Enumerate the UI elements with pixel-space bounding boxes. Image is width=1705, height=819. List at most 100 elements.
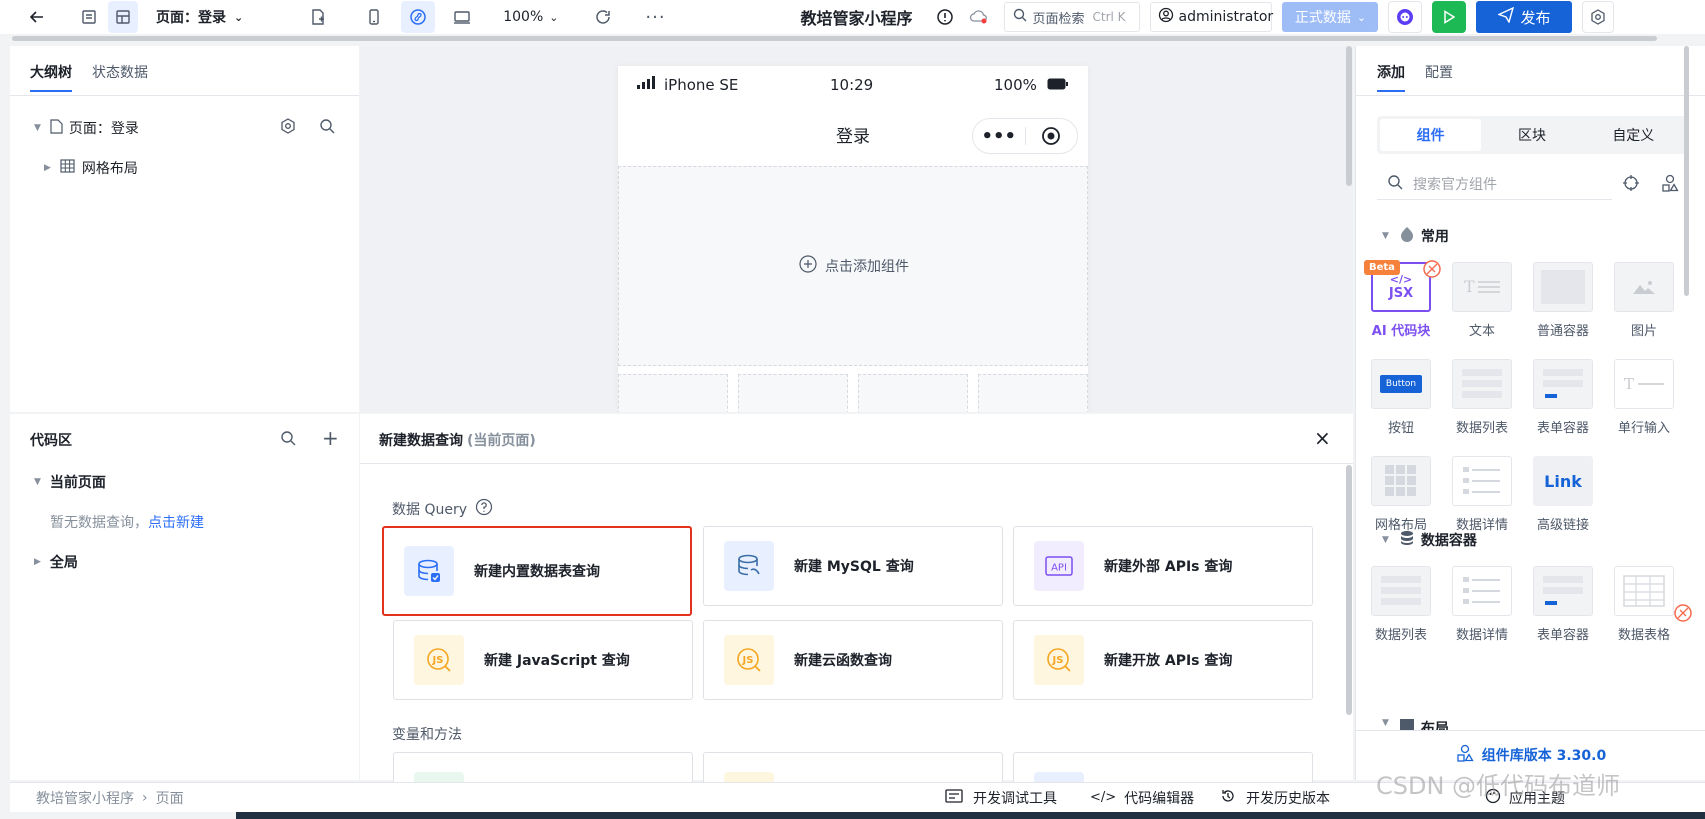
tab-outline[interactable]: 大纲树 [30,62,72,92]
new-mysql-query-card[interactable]: 新建 MySQL 查询 [703,526,1003,606]
search-icon [1387,174,1403,194]
new-javascript-query-card[interactable]: JS 新建 JavaScript 查询 [393,620,693,700]
grid-cell[interactable] [618,374,728,412]
global-label: 全局 [49,555,78,571]
capsule-menu[interactable]: ••• [972,118,1078,154]
query-section-label: 数据 Query [392,502,467,518]
container-component[interactable]: 普通容器 [1528,262,1598,339]
search-icon [1013,8,1027,26]
group-common-header[interactable]: ▼ 常用 [1382,226,1449,246]
tree-item-page[interactable]: ▼ 页面：登录 [34,118,350,138]
form-icon [1533,566,1593,616]
create-new-link[interactable]: 点击新建 [148,515,204,531]
form-container-component[interactable]: 表单容器 [1528,566,1598,643]
add-icon[interactable]: + [322,426,339,450]
component-search-input[interactable]: 搜索官方组件 [1377,168,1612,200]
group-layout-header[interactable]: ▼ 布局 [1382,718,1449,730]
tab-config[interactable]: 配置 [1425,62,1453,92]
horizontal-scrollbar[interactable] [12,36,1657,41]
detail-icon [1452,456,1512,506]
card-label: 新建内置数据表查询 [474,564,600,580]
new-builtin-table-query-card[interactable]: 新建内置数据表查询 [382,526,692,616]
query-panel-scrollbar[interactable] [1346,465,1352,715]
pages-icon[interactable] [74,1,104,33]
component-panel-scrollbar[interactable] [1684,46,1689,296]
tab-state-data[interactable]: 状态数据 [92,62,148,92]
run-button[interactable] [1432,1,1467,33]
page-settings-icon[interactable] [280,118,296,138]
seg-blocks[interactable]: 区块 [1481,125,1582,145]
data-env-select[interactable]: 正式数据 ⌄ [1282,2,1379,32]
miniprogram-device-icon[interactable] [401,1,436,33]
canvas-vertical-scrollbar[interactable] [1346,46,1352,186]
close-icon[interactable]: × [1314,426,1331,450]
grid-cell[interactable] [858,374,968,412]
search-icon[interactable] [280,430,296,450]
detail-icon [1452,566,1512,616]
breadcrumb-app[interactable]: 教培管家小程序 [36,788,134,808]
history-button[interactable]: 开发历史版本 [1220,788,1330,808]
data-table-component[interactable]: 数据表格 [1609,566,1679,643]
data-detail-component[interactable]: 数据详情 [1447,456,1517,533]
new-open-api-query-card[interactable]: JS 新建开放 APIs 查询 [1013,620,1313,700]
shapes-icon [1456,744,1474,766]
component-label: 普通容器 [1536,324,1589,339]
data-list-component[interactable]: 数据列表 [1447,359,1517,436]
new-external-api-query-card[interactable]: API 新建外部 APIs 查询 [1013,526,1313,606]
desktop-device-icon[interactable] [447,1,477,33]
seg-custom[interactable]: 自定义 [1583,125,1684,145]
grid-cell[interactable] [738,374,848,412]
watermark: CSDN @低代码布道师 [1376,772,1621,800]
info-icon[interactable] [930,1,960,33]
text-component[interactable]: T 文本 [1447,262,1517,339]
data-list-component[interactable]: 数据列表 [1366,566,1436,643]
debug-tool-button[interactable]: 开发调试工具 [945,788,1057,808]
settings-gear-icon[interactable] [1582,1,1615,33]
grid-cell[interactable] [978,374,1088,412]
mobile-device-icon[interactable] [359,1,389,33]
more-icon[interactable]: ··· [640,1,670,33]
component-library-version[interactable]: 组件库版本 3.30.0 [1356,744,1705,766]
tree-current-page[interactable]: ▼ 当前页面 [34,472,106,492]
group-data-container-header[interactable]: ▼ 数据容器 [1382,530,1477,550]
image-component[interactable]: 图片 [1609,262,1679,339]
seg-components[interactable]: 组件 [1380,119,1482,151]
shapes-icon[interactable] [1661,174,1679,196]
ai-assistant-icon[interactable] [1388,1,1423,33]
advanced-link-component[interactable]: Link 高级链接 [1528,456,1598,533]
refresh-icon[interactable] [588,1,618,33]
page-selector[interactable]: 页面：登录 ⌄ [156,1,243,33]
back-arrow-icon[interactable] [22,1,52,33]
close-target-icon[interactable] [1025,126,1077,146]
search-icon[interactable] [319,118,335,138]
more-dots-icon[interactable]: ••• [973,126,1025,147]
zoom-value: 100% [503,9,544,25]
help-icon[interactable] [475,498,493,520]
new-cloud-function-query-card[interactable]: JS 新建云函数查询 [703,620,1003,700]
code-editor-label: 代码编辑器 [1124,790,1195,807]
tree-item-grid[interactable]: ▶ 网格布局 [44,158,138,178]
cloud-sync-icon[interactable] [964,1,994,33]
caret-down-icon: ▼ [1382,535,1389,545]
tree-global[interactable]: ▶ 全局 [34,552,78,572]
form-container-component[interactable]: 表单容器 [1528,359,1598,436]
locate-icon[interactable] [1622,174,1640,196]
single-input-component[interactable]: T 单行输入 [1609,359,1679,436]
data-detail-component[interactable]: 数据详情 [1447,566,1517,643]
hot-badge-icon [1423,260,1441,282]
grid-layout-component[interactable]: 网格布局 [1366,456,1436,533]
zoom-select[interactable]: 100% ⌄ [503,1,558,33]
tab-add[interactable]: 添加 [1377,62,1405,92]
user-menu[interactable]: administrator [1150,2,1273,32]
button-component[interactable]: Button 按钮 [1366,359,1436,436]
add-page-icon[interactable] [303,1,333,33]
drop-zone[interactable]: 点击添加组件 [618,166,1088,366]
layout-icon[interactable] [108,1,138,33]
component-label: 文本 [1468,324,1495,339]
code-editor-button[interactable]: </> 代码编辑器 [1090,788,1194,808]
page-search-input[interactable]: 页面检索 Ctrl K [1004,2,1141,32]
publish-button[interactable]: 发布 [1476,1,1573,33]
breadcrumb-page[interactable]: 页面 [156,788,184,808]
svg-text:JS: JS [1052,655,1064,666]
empty-query-text: 暂无数据查询，点击新建 [50,512,204,532]
